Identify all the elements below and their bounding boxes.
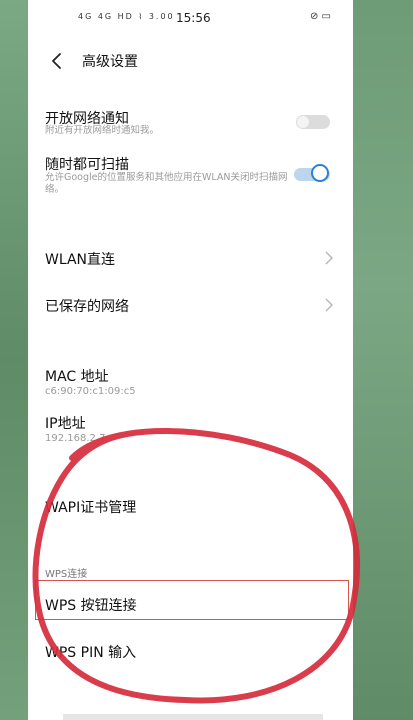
toggle-knob bbox=[297, 116, 309, 128]
open-network-notify-toggle[interactable] bbox=[296, 115, 330, 129]
wapi-cert-label: WAPI证书管理 bbox=[45, 500, 137, 516]
wps-section-title: WPS连接 bbox=[45, 569, 88, 580]
phone-screen: 4G 4G HD ⌇ 3.00 15:56 ⊘ ▭ 高级设置 开放网络通知 附近… bbox=[28, 0, 353, 720]
mac-address-value: c6:90:70:c1:09:c5 bbox=[45, 386, 136, 397]
chevron-right-icon bbox=[325, 298, 333, 312]
wlan-direct-label: WLAN直连 bbox=[45, 252, 116, 268]
open-network-notify-description: 附近有开放网络时通知我。 bbox=[45, 125, 160, 136]
background-right bbox=[353, 0, 413, 720]
wps-pin-label: WPS PIN 输入 bbox=[45, 645, 137, 661]
always-scan-toggle[interactable] bbox=[294, 164, 332, 183]
wps-button-label: WPS 按钮连接 bbox=[45, 598, 137, 614]
always-scan-label: 随时都可扫描 bbox=[45, 157, 129, 173]
bottom-divider bbox=[63, 714, 323, 720]
chevron-right-icon bbox=[325, 251, 333, 265]
back-arrow-icon[interactable] bbox=[48, 51, 68, 71]
battery-icons: ⊘ ▭ bbox=[309, 11, 331, 22]
toggle-knob bbox=[311, 164, 329, 182]
background-left bbox=[0, 0, 28, 720]
saved-networks-label: 已保存的网络 bbox=[45, 299, 129, 315]
ip-address-label: IP地址 bbox=[45, 416, 86, 432]
status-time: 15:56 bbox=[176, 11, 211, 25]
status-bar: 4G 4G HD ⌇ 3.00 15:56 ⊘ ▭ bbox=[28, 0, 353, 36]
always-scan-description: 允许Google的位置服务和其他应用在WLAN关闭时扫描网络。 bbox=[45, 172, 288, 195]
ip-address-value: 192.168.2.7 bbox=[45, 433, 106, 444]
page-title: 高级设置 bbox=[82, 54, 138, 70]
mac-address-label: MAC 地址 bbox=[45, 369, 109, 385]
signal-icons: 4G 4G HD ⌇ 3.00 bbox=[78, 12, 175, 21]
